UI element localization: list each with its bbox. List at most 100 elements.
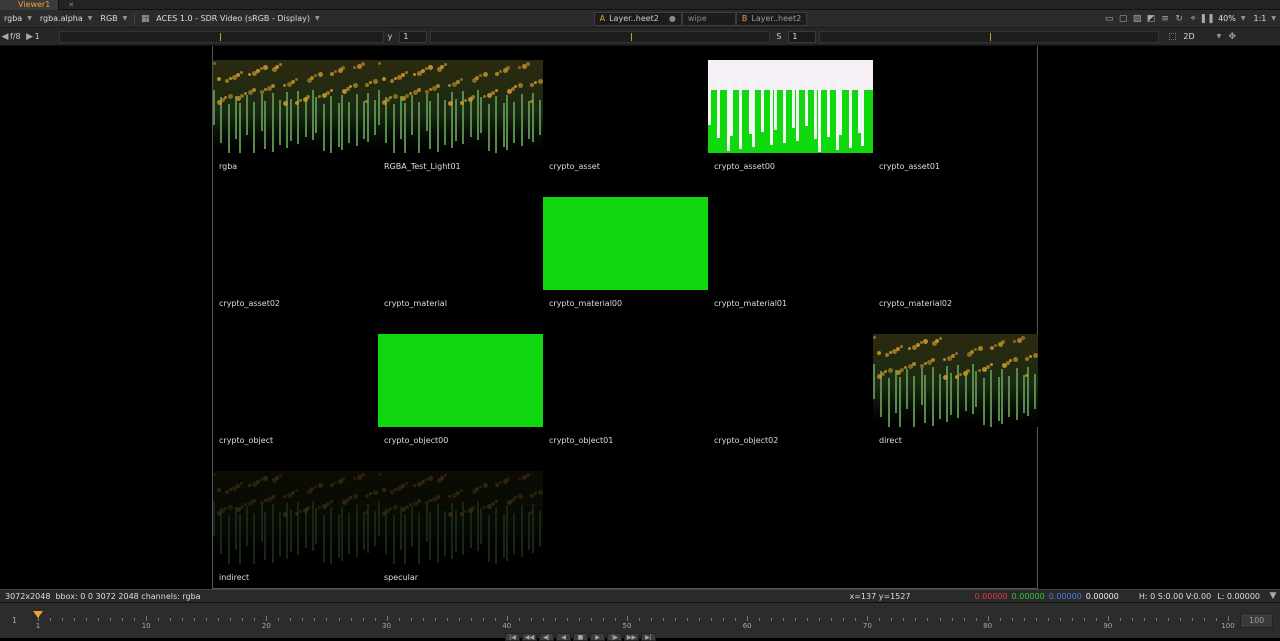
wipe-dropdown[interactable]: wipe (682, 12, 736, 26)
mask-icon[interactable]: ▢ (1116, 12, 1130, 26)
end-frame[interactable]: 100 (1240, 613, 1273, 628)
layer-label: crypto_material01 (714, 299, 787, 308)
timeline-ruler[interactable]: 1102030405060708090100 (30, 611, 1230, 629)
timeline-tick (855, 618, 856, 621)
timeline-tick (783, 618, 784, 621)
alpha-channel-dropdown[interactable]: rgba.alpha▼ (36, 12, 97, 26)
timeline-tick (399, 618, 400, 621)
timeline-tick (375, 618, 376, 621)
zoom-dropdown[interactable]: 40%▼ (1214, 12, 1249, 26)
timeline-tick (86, 618, 87, 621)
last-frame-button[interactable]: ▶| (641, 633, 656, 641)
layer-label: specular (384, 573, 418, 582)
layer-label: RGBA_Test_Light01 (384, 162, 461, 171)
viewer-tab-bar: Viewer1 ✕ (0, 0, 1280, 10)
first-frame-button[interactable]: |◀ (505, 633, 520, 641)
proxy-dropdown[interactable]: 1:1▼ (1250, 12, 1280, 26)
viewer-process-dropdown[interactable]: ACES 1.0 - SDR Video (sRGB - Display)▼ (152, 12, 323, 26)
timeline-tick-label: 90 (1103, 622, 1112, 630)
timeline-tick (206, 618, 207, 621)
play-backward-button[interactable]: ◀ (556, 633, 571, 641)
saturation-slider[interactable] (819, 31, 1159, 43)
contact-sheet-frame: rgbaRGBA_Test_Light01crypto_assetcrypto_… (212, 46, 1038, 589)
start-frame[interactable]: 1 (12, 616, 17, 625)
gamma-input[interactable]: 1 (399, 31, 427, 43)
timeline-tick-label: 40 (502, 622, 511, 630)
timeline-tick (879, 618, 880, 621)
stop-button[interactable]: ■ (573, 633, 588, 641)
timeline-tick (915, 618, 916, 621)
triangle-right-icon[interactable]: ▶ (25, 30, 35, 44)
timeline-tick (218, 618, 219, 621)
roi-icon[interactable]: ▭ (1102, 12, 1116, 26)
layer-label: crypto_material (384, 299, 447, 308)
layer-label: crypto_asset00 (714, 162, 775, 171)
saturation-input[interactable]: 1 (788, 31, 816, 43)
prev-keyframe-button[interactable]: ◀◀ (522, 633, 537, 641)
gain-slider[interactable] (59, 31, 384, 43)
timeline-tick (1096, 618, 1097, 621)
chevron-down-icon[interactable]: ▼ (1266, 589, 1280, 603)
thumbnail-render (873, 334, 1038, 427)
timeline-tick (134, 618, 135, 621)
gain-slider-marker[interactable] (220, 33, 221, 41)
timeline-tick-label: 100 (1221, 622, 1234, 630)
layer-label: crypto_asset02 (219, 299, 280, 308)
timeline-tick (1036, 618, 1037, 621)
timeline-tick (952, 618, 953, 621)
timeline-tick (747, 616, 748, 621)
gamma-label: y (388, 32, 393, 41)
timeline-tick (194, 618, 195, 621)
list-icon[interactable]: ≡ (1158, 12, 1172, 26)
playhead[interactable] (33, 611, 43, 618)
timeline-tick (615, 618, 616, 621)
timeline-tick (146, 616, 147, 621)
prev-frame-button[interactable]: ◀| (539, 633, 554, 641)
next-frame-button[interactable]: |▶ (607, 633, 622, 641)
chevron-down-icon: ▼ (1217, 33, 1222, 40)
region-icon[interactable]: ⬚ (1165, 30, 1179, 44)
saturation-slider-marker[interactable] (990, 33, 991, 41)
contact-sheet-cell: rgba (213, 46, 378, 183)
target-icon[interactable]: ⌖ (1186, 12, 1200, 26)
play-forward-button[interactable]: ▶ (590, 633, 605, 641)
overlay-icon[interactable]: ◩ (1144, 12, 1158, 26)
pixel-coords: x=137 y=1527 (849, 592, 910, 601)
thumbnail-render (378, 471, 543, 564)
timeline-tick (1048, 618, 1049, 621)
viewer-canvas[interactable]: rgbaRGBA_Test_Light01crypto_assetcrypto_… (0, 46, 1280, 589)
timeline-tick (964, 618, 965, 621)
timeline-tick (459, 618, 460, 621)
clipping-icon[interactable]: ▨ (1130, 12, 1144, 26)
timeline-tick-label: 30 (382, 622, 391, 630)
timeline-tick (771, 618, 772, 621)
timeline-tick (62, 618, 63, 621)
close-icon[interactable]: ✕ (68, 0, 74, 10)
gamma-slider-marker[interactable] (631, 33, 632, 41)
timeline-tick (1204, 618, 1205, 621)
lut-icon[interactable]: ▦ (138, 12, 152, 26)
timeline: 1 1102030405060708090100 100 |◀ ◀◀ ◀| ◀ … (0, 602, 1280, 638)
thumbnail-empty (708, 334, 873, 427)
pixel-alpha: 0.00000 (1086, 592, 1119, 601)
gain-value[interactable]: 1 (35, 32, 53, 41)
display-channel-dropdown[interactable]: RGB▼ (96, 12, 131, 26)
timeline-tick (471, 618, 472, 621)
pause-icon[interactable]: ❚❚ (1200, 12, 1214, 26)
gamma-slider[interactable] (430, 31, 770, 43)
timeline-tick (903, 618, 904, 621)
timeline-tick (555, 618, 556, 621)
timeline-tick (567, 618, 568, 621)
fstop-label[interactable]: f/8 (10, 32, 21, 41)
tab-viewer1[interactable]: Viewer1 ✕ (0, 0, 59, 10)
contact-sheet-cell: crypto_object02 (708, 320, 873, 457)
next-keyframe-button[interactable]: ▶▶ (624, 633, 639, 641)
channels-dropdown[interactable]: rgba▼ (0, 12, 36, 26)
view-mode-dropdown[interactable]: 2D▼ (1179, 30, 1225, 44)
input-b-selector[interactable]: B Layer..heet2 (736, 12, 807, 26)
timeline-tick (387, 616, 388, 621)
refresh-icon[interactable]: ↻ (1172, 12, 1186, 26)
triangle-left-icon[interactable]: ◀ (0, 30, 10, 44)
pin-icon[interactable]: ✥ (1225, 30, 1239, 44)
input-a-selector[interactable]: A Layer..heet2 ● (594, 12, 682, 26)
